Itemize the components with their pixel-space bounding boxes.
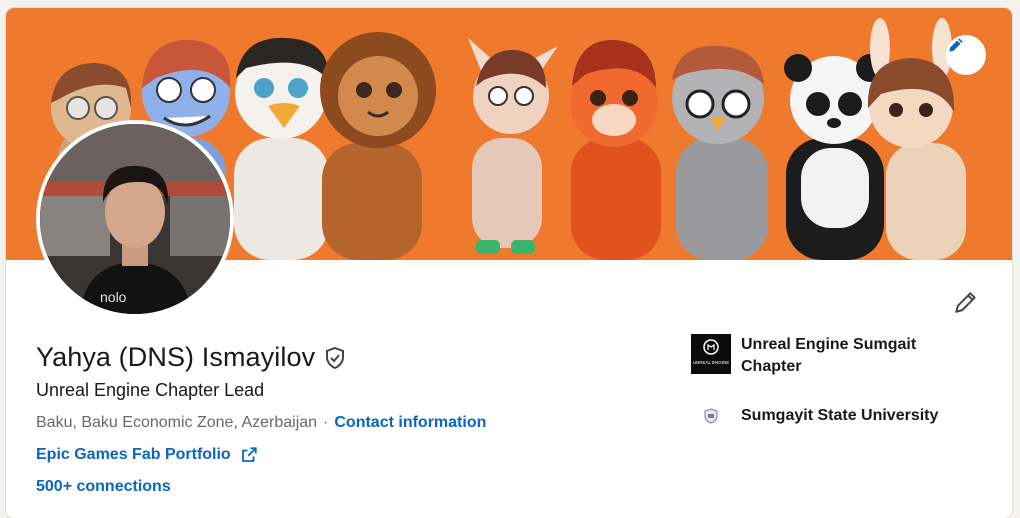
character-5: [468, 38, 558, 254]
verified-shield-icon-graphic: [326, 346, 345, 369]
profile-location: Baku, Baku Economic Zone, Azerbaijan: [36, 414, 318, 431]
profile-avatar[interactable]: nolo: [36, 120, 234, 318]
location-row: Baku, Baku Economic Zone, Azerbaijan · C…: [36, 414, 486, 432]
separator-dot: ·: [323, 414, 329, 431]
edit-intro-button[interactable]: [948, 284, 984, 320]
profile-headline: Unreal Engine Chapter Lead: [36, 380, 265, 400]
character-4: [320, 32, 436, 260]
unreal-engine-logo-graphic: UNREAL ENGINE: [691, 334, 731, 374]
profile-card: nolo Yahya (DNS) Ismayilov Unreal Engine…: [6, 8, 1012, 518]
pencil-icon: [949, 38, 963, 52]
character-7: [672, 45, 768, 260]
pencil-icon: [955, 292, 976, 313]
org-item-unreal-engine-sumgait-chapter[interactable]: UNREAL ENGINE Unreal Engine Sumgait Chap…: [691, 334, 961, 378]
verified-shield-icon[interactable]: [323, 346, 347, 370]
unreal-engine-logo-text: UNREAL ENGINE: [693, 360, 730, 365]
svg-text:nolo: nolo: [100, 289, 127, 305]
university-crest-logo-graphic: [704, 408, 718, 424]
profile-name: Yahya (DNS) Ismayilov: [36, 342, 316, 372]
character-3: [234, 37, 329, 260]
org-item-sumgayit-state-university[interactable]: Sumgayit State University: [691, 396, 961, 436]
org-name: Unreal Engine Sumgait Chapter: [741, 336, 917, 375]
connections-link[interactable]: 500+ connections: [36, 478, 171, 496]
org-name: Sumgayit State University: [741, 407, 939, 424]
character-8: [784, 54, 884, 260]
avatar-photo: nolo: [40, 124, 230, 314]
portfolio-row: Epic Games Fab Portfolio: [36, 446, 258, 464]
contact-info-link[interactable]: Contact information: [334, 414, 486, 432]
edit-banner-button[interactable]: [946, 35, 986, 75]
university-crest-logo: [691, 396, 731, 436]
character-6: [570, 39, 661, 260]
external-link-icon-graphic: [241, 447, 257, 462]
unreal-engine-logo: UNREAL ENGINE: [691, 334, 731, 374]
portfolio-link[interactable]: Epic Games Fab Portfolio: [36, 446, 231, 464]
name-row: Yahya (DNS) Ismayilov: [36, 342, 347, 373]
external-link-icon[interactable]: [240, 446, 258, 464]
